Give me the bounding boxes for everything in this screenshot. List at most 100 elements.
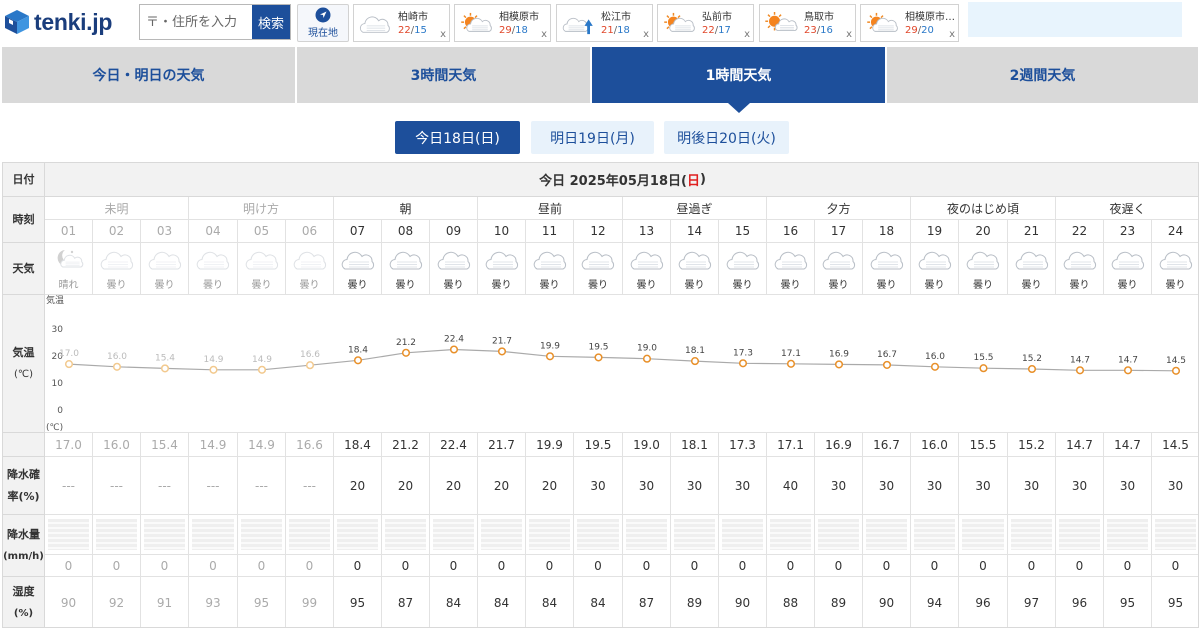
humidity-cell: 89 bbox=[815, 577, 863, 627]
precip-prob-cell: 30 bbox=[815, 457, 863, 515]
precip-bar-cell bbox=[238, 515, 286, 555]
day-button-3[interactable]: 明後日20日(火) bbox=[664, 121, 789, 154]
logo[interactable]: tenki.jp bbox=[4, 6, 112, 38]
remove-city-button[interactable]: x bbox=[643, 29, 649, 40]
precip-bar bbox=[722, 519, 763, 550]
temp-value-cell: 19.5 bbox=[574, 433, 623, 457]
day-button-1[interactable]: 今日18日(日) bbox=[395, 121, 520, 154]
remove-city-button[interactable]: x bbox=[846, 29, 852, 40]
period-1: 未明 bbox=[45, 197, 189, 220]
weather-label: 曇り bbox=[780, 280, 801, 291]
weather-label: 曇り bbox=[684, 280, 705, 291]
hour-cell: 06 bbox=[286, 220, 334, 243]
temp-value-cell: 18.1 bbox=[671, 433, 719, 457]
humidity-cell: 89 bbox=[671, 577, 719, 627]
site-header: tenki.jp 検索 現在地 柏崎市22/15x相模原市29/18x松江市21… bbox=[0, 0, 1200, 44]
weather-cell: 曇り bbox=[767, 243, 815, 295]
precip-bar bbox=[529, 519, 570, 550]
search-input[interactable] bbox=[140, 5, 252, 39]
humidity-cell: 93 bbox=[189, 577, 238, 627]
hour-cell: 01 bbox=[45, 220, 93, 243]
precip-bar-cell bbox=[1104, 515, 1152, 555]
period-2: 明け方 bbox=[189, 197, 334, 220]
tab-3[interactable]: 1時間天気 bbox=[592, 47, 885, 103]
weather-label: 曇り bbox=[973, 280, 993, 291]
humidity-cell: 84 bbox=[430, 577, 478, 627]
temperature-point bbox=[209, 365, 218, 374]
temperature-point bbox=[738, 359, 748, 368]
precip-amt-label-line1: 降水量 bbox=[7, 527, 40, 541]
sun-cloud-icon bbox=[664, 12, 695, 32]
weather-cell: 曇り bbox=[189, 243, 238, 295]
weather-cell: 曇り bbox=[623, 243, 671, 295]
hour-cell: 23 bbox=[1104, 220, 1152, 243]
cloud-icon bbox=[341, 251, 374, 270]
temperature-chart: 気温 (℃) 30 20 10 0 17.0 16.0 15.4 14.9 14.9 16.6 18.4… bbox=[45, 295, 1198, 433]
precip-prob-cell: 30 bbox=[1008, 457, 1056, 515]
remove-city-button[interactable]: x bbox=[440, 29, 446, 40]
hour-cell: 07 bbox=[334, 220, 382, 243]
low-temp: 20 bbox=[921, 25, 934, 36]
tab-2[interactable]: 3時間天気 bbox=[297, 47, 590, 103]
high-temp: 22 bbox=[398, 25, 411, 36]
recent-city-5[interactable]: 鳥取市 23/16 x bbox=[759, 4, 856, 42]
precip-prob-cell: 20 bbox=[478, 457, 526, 515]
day-button-2[interactable]: 明日19日(月) bbox=[531, 121, 654, 154]
remove-city-button[interactable]: x bbox=[541, 29, 547, 40]
search-button[interactable]: 検索 bbox=[252, 5, 290, 39]
humidity-cell: 99 bbox=[286, 577, 334, 627]
weather-label: 曇り bbox=[1069, 280, 1090, 291]
tab-1[interactable]: 今日・明日の天気 bbox=[2, 47, 295, 103]
temperature-line bbox=[68, 348, 1177, 372]
recent-city-6[interactable]: 相模原市… 29/20 x bbox=[860, 4, 959, 42]
recent-city-2[interactable]: 相模原市 29/18 x bbox=[454, 4, 551, 42]
weather-cell: 曇り bbox=[93, 243, 141, 295]
tab-4[interactable]: 2週間天気 bbox=[887, 47, 1198, 103]
recent-city-3[interactable]: 松江市 21/18 x bbox=[556, 4, 653, 42]
row-label-date: 日付 bbox=[3, 163, 45, 197]
period-6: 夕方 bbox=[767, 197, 911, 220]
temperature-point bbox=[257, 365, 267, 374]
temp-value-cell: 16.0 bbox=[911, 433, 959, 457]
high-temp: 29 bbox=[499, 25, 512, 36]
cloud-icon bbox=[1159, 251, 1192, 270]
recent-city-temps: 21/18 bbox=[601, 25, 630, 36]
current-location-button[interactable]: 現在地 bbox=[297, 4, 349, 42]
sun-cloud-icon bbox=[867, 12, 898, 32]
precip-bar bbox=[962, 519, 1004, 550]
temp-value-cell: 18.4 bbox=[334, 433, 382, 457]
weather-cell: 曇り bbox=[1152, 243, 1198, 295]
remove-city-button[interactable]: x bbox=[949, 29, 955, 40]
temp-value-cell: 17.1 bbox=[767, 433, 815, 457]
precip-amount-cell: 0 bbox=[93, 555, 141, 577]
temperature-data-label: 14.9 bbox=[203, 355, 223, 365]
humidity-label-line2: (%) bbox=[13, 607, 34, 619]
hour-cell: 02 bbox=[93, 220, 141, 243]
precip-prob-cell: --- bbox=[45, 457, 93, 515]
temperature-data-label: 15.5 bbox=[973, 353, 993, 363]
precip-bar bbox=[626, 519, 667, 550]
precip-bar-cell bbox=[189, 515, 238, 555]
precip-bar bbox=[337, 519, 378, 550]
y-tick-label: 30 bbox=[52, 325, 64, 335]
hour-cell: 08 bbox=[382, 220, 430, 243]
humidity-label-line1: 湿度 bbox=[12, 584, 35, 598]
humidity-cell: 95 bbox=[238, 577, 286, 627]
temperature-data-label: 16.0 bbox=[925, 352, 945, 362]
recent-city-1[interactable]: 柏崎市 22/15 x bbox=[353, 4, 450, 42]
humidity-cell: 94 bbox=[911, 577, 959, 627]
precip-bar-cell bbox=[863, 515, 911, 555]
hour-cell: 17 bbox=[815, 220, 863, 243]
precip-bar bbox=[818, 519, 859, 550]
weather-cell: 曇り bbox=[1008, 243, 1056, 295]
recent-city-4[interactable]: 弘前市 22/17 x bbox=[657, 4, 754, 42]
precip-bar-cell bbox=[526, 515, 574, 555]
precip-amount-cell: 0 bbox=[863, 555, 911, 577]
hour-cell: 19 bbox=[911, 220, 959, 243]
remove-city-button[interactable]: x bbox=[744, 29, 750, 40]
temperature-data-label: 18.4 bbox=[348, 345, 368, 355]
precip-bar-cell bbox=[93, 515, 141, 555]
hour-cell: 05 bbox=[238, 220, 286, 243]
temp-value-cell: 14.9 bbox=[238, 433, 286, 457]
weather-cell: 曇り bbox=[815, 243, 863, 295]
